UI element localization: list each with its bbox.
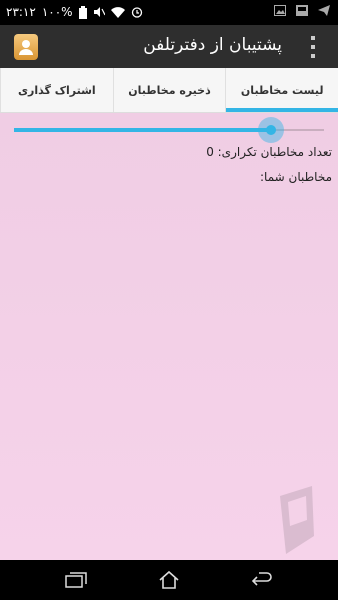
duplicate-count-label: تعداد مخاطبان تکراری: 0: [206, 145, 332, 159]
action-bar: پشتیبان از دفترتلفن: [0, 25, 338, 68]
battery-icon: [78, 5, 87, 19]
progress-slider[interactable]: [14, 117, 324, 143]
mute-icon: [93, 7, 105, 17]
image-icon: [274, 5, 286, 16]
tab-bar: اشتراک گذاری ذخیره مخاطبان لیست مخاطبان: [0, 68, 338, 113]
contacts-label: مخاطبان شما:: [260, 170, 332, 184]
notification-icon: [296, 5, 308, 16]
tab-contact-list-label: لیست مخاطبان: [240, 83, 324, 97]
navigation-bar: [0, 560, 338, 600]
tab-share-label: اشتراک گذاری: [17, 83, 96, 97]
battery-percent: ۱۰۰%: [41, 5, 73, 19]
tab-contact-list[interactable]: لیست مخاطبان: [225, 68, 338, 112]
app-title: پشتیبان از دفترتلفن: [143, 35, 282, 55]
tab-share[interactable]: اشتراک گذاری: [0, 68, 113, 112]
telegram-icon: [318, 5, 330, 16]
slider-thumb[interactable]: [266, 125, 276, 135]
bazaar-watermark-icon: [280, 486, 314, 554]
main-content: تعداد مخاطبان تکراری: 0 مخاطبان شما:: [0, 113, 338, 560]
contacts-app-icon[interactable]: [14, 34, 38, 60]
status-bar: ۲۳:۱۲ ۱۰۰%: [0, 0, 338, 25]
clock: ۲۳:۱۲: [6, 5, 36, 19]
tab-save-contacts-label: ذخیره مخاطبان: [128, 83, 211, 97]
alarm-icon: [131, 7, 142, 18]
recent-apps-icon[interactable]: [56, 566, 96, 594]
overflow-menu-icon[interactable]: [310, 36, 316, 58]
slider-fill: [14, 128, 271, 132]
wifi-icon: [110, 6, 125, 18]
back-icon[interactable]: [242, 566, 282, 594]
tab-save-contacts[interactable]: ذخیره مخاطبان: [112, 68, 226, 112]
home-icon[interactable]: [149, 566, 189, 594]
status-left: ۲۳:۱۲ ۱۰۰%: [6, 5, 143, 19]
status-right: [274, 5, 330, 16]
